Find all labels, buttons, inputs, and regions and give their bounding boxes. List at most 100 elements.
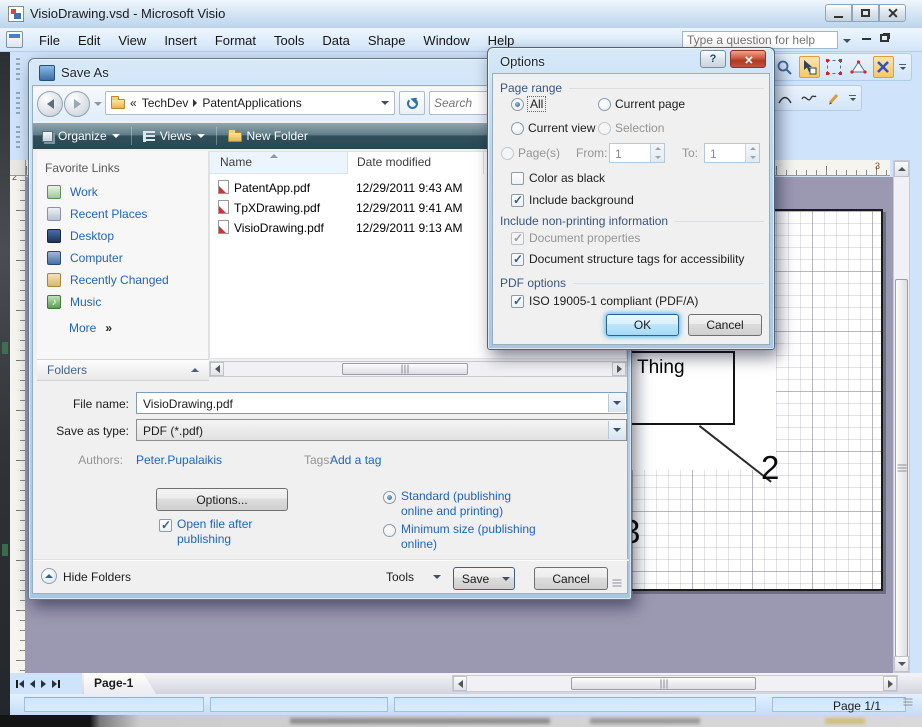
scroll-down-button[interactable] xyxy=(894,656,909,672)
cancel-button[interactable]: Cancel xyxy=(688,314,762,336)
scroll-left-button[interactable] xyxy=(453,676,467,691)
standard-radio[interactable] xyxy=(383,491,396,504)
spinner-buttons[interactable] xyxy=(745,144,759,162)
all-radio-label[interactable]: All xyxy=(528,97,545,111)
selection-label[interactable]: Selection xyxy=(615,121,664,135)
resize-grip[interactable] xyxy=(904,699,913,706)
sidebar-item-work[interactable]: Work xyxy=(47,185,98,199)
options-button[interactable]: Options... xyxy=(156,488,288,511)
save-as-type-combo[interactable]: PDF (*.pdf) xyxy=(136,419,627,441)
scroll-left-button[interactable] xyxy=(210,362,224,376)
maximize-button[interactable] xyxy=(852,4,879,22)
first-page-button[interactable] xyxy=(16,680,24,688)
color-as-black-checkbox[interactable] xyxy=(511,172,524,185)
tools-menu[interactable]: Tools xyxy=(386,570,414,584)
menu-help[interactable]: Help xyxy=(479,33,524,48)
selection-rect-tool-icon[interactable] xyxy=(823,56,845,78)
save-split-dropdown[interactable] xyxy=(497,567,515,590)
menu-shape[interactable]: Shape xyxy=(359,33,415,48)
spinner-buttons[interactable] xyxy=(650,144,664,162)
toolbar-grip[interactable] xyxy=(16,58,20,80)
scroll-up-button[interactable] xyxy=(894,161,909,177)
sidebar-item-music[interactable]: ♪Music xyxy=(47,295,101,309)
sidebar-item-recently-changed[interactable]: Recently Changed xyxy=(47,273,169,287)
file-name-dropdown[interactable] xyxy=(608,394,625,412)
list-scroll-thumb[interactable] xyxy=(342,363,468,375)
ok-button[interactable]: OK xyxy=(606,314,679,336)
back-button[interactable] xyxy=(37,91,63,117)
toolbar-grip[interactable] xyxy=(16,92,20,114)
next-page-button[interactable] xyxy=(41,680,46,688)
pencil-tool-icon[interactable] xyxy=(823,87,844,109)
current-page-radio[interactable] xyxy=(598,98,611,111)
sidebar-item-desktop[interactable]: Desktop xyxy=(47,229,114,243)
menu-format[interactable]: Format xyxy=(206,33,265,48)
include-background-checkbox[interactable] xyxy=(511,194,524,207)
help-dropdown-icon[interactable] xyxy=(843,39,851,43)
horizontal-scrollbar[interactable] xyxy=(452,675,898,692)
menu-edit[interactable]: Edit xyxy=(69,33,109,48)
color-as-black-label[interactable]: Color as black xyxy=(529,171,605,185)
close-button[interactable] xyxy=(879,4,906,22)
file-list-scrollbar[interactable] xyxy=(209,361,627,377)
minimum-size-radio[interactable] xyxy=(383,524,396,537)
freeform-tool-icon[interactable] xyxy=(798,87,819,109)
save-as-type-dropdown[interactable] xyxy=(608,421,625,439)
new-folder-button[interactable]: New Folder xyxy=(219,129,317,143)
pages-label[interactable]: Page(s) xyxy=(518,146,560,160)
breadcrumb-patent-applications[interactable]: PatentApplications xyxy=(202,96,301,110)
dialog-close-button[interactable] xyxy=(730,50,766,68)
organize-button[interactable]: Organize xyxy=(33,129,129,143)
menu-window[interactable]: Window xyxy=(414,33,478,48)
authors-value[interactable]: Peter.Pupalaikis xyxy=(136,453,222,467)
current-view-radio[interactable] xyxy=(511,122,524,135)
toolbar-overflow-icon[interactable] xyxy=(897,64,908,71)
menu-file[interactable]: File xyxy=(30,33,69,48)
toolbar-overflow-icon[interactable] xyxy=(847,95,858,102)
document-properties-checkbox[interactable] xyxy=(511,232,524,245)
include-background-label[interactable]: Include background xyxy=(529,193,634,207)
views-button[interactable]: Views xyxy=(134,129,214,143)
current-view-label[interactable]: Current view xyxy=(528,121,595,135)
scroll-right-button[interactable] xyxy=(612,362,626,376)
refresh-button[interactable] xyxy=(399,91,425,115)
thing-shape-label[interactable]: Thing xyxy=(637,357,685,379)
menu-tools[interactable]: Tools xyxy=(265,33,313,48)
save-button[interactable]: Save xyxy=(453,567,498,590)
arc-tool-icon[interactable] xyxy=(774,87,795,109)
resize-grip[interactable] xyxy=(613,580,622,587)
sidebar-item-recent-places[interactable]: Recent Places xyxy=(47,207,147,221)
doc-restore-icon[interactable] xyxy=(880,34,889,42)
tools-dropdown-icon[interactable] xyxy=(433,575,441,579)
document-structure-tags-checkbox[interactable] xyxy=(511,253,524,266)
column-separator[interactable] xyxy=(347,152,348,174)
column-header-date-modified[interactable]: Date modified xyxy=(347,152,431,174)
from-spinner[interactable]: 1 xyxy=(609,143,665,163)
forward-button[interactable] xyxy=(64,91,90,117)
prev-page-button[interactable] xyxy=(30,680,35,688)
connection-point-tool-icon[interactable] xyxy=(873,56,895,78)
column-separator[interactable] xyxy=(483,152,484,174)
help-button[interactable]: ? xyxy=(700,50,726,68)
pointer-tool-icon[interactable] xyxy=(799,56,821,78)
doc-minimize-icon[interactable] xyxy=(862,38,871,40)
zoom-tool-icon[interactable] xyxy=(774,56,796,78)
selection-radio[interactable] xyxy=(598,122,611,135)
sidebar-more-link[interactable]: More» xyxy=(69,321,112,335)
last-page-button[interactable] xyxy=(52,680,60,688)
iso-compliant-label[interactable]: ISO 19005-1 compliant (PDF/A) xyxy=(529,294,698,308)
horizontal-scroll-thumb[interactable] xyxy=(571,677,756,690)
hide-folders-label[interactable]: Hide Folders xyxy=(63,570,131,584)
standard-radio-label[interactable]: Standard (publishing online and printing… xyxy=(401,489,541,519)
menu-view[interactable]: View xyxy=(109,33,155,48)
address-dropdown-icon[interactable] xyxy=(381,101,389,105)
hide-folders-button[interactable] xyxy=(41,568,57,584)
minimum-size-radio-label[interactable]: Minimum size (publishing online) xyxy=(401,522,561,552)
recent-pages-dropdown-icon[interactable] xyxy=(94,102,102,106)
minimize-button[interactable] xyxy=(825,4,852,22)
tags-add-link[interactable]: Add a tag xyxy=(330,453,381,467)
vertical-scroll-thumb[interactable] xyxy=(895,279,908,657)
vertical-scrollbar[interactable] xyxy=(893,160,910,673)
toolbar-grip[interactable] xyxy=(16,126,20,148)
all-radio[interactable] xyxy=(511,98,524,111)
